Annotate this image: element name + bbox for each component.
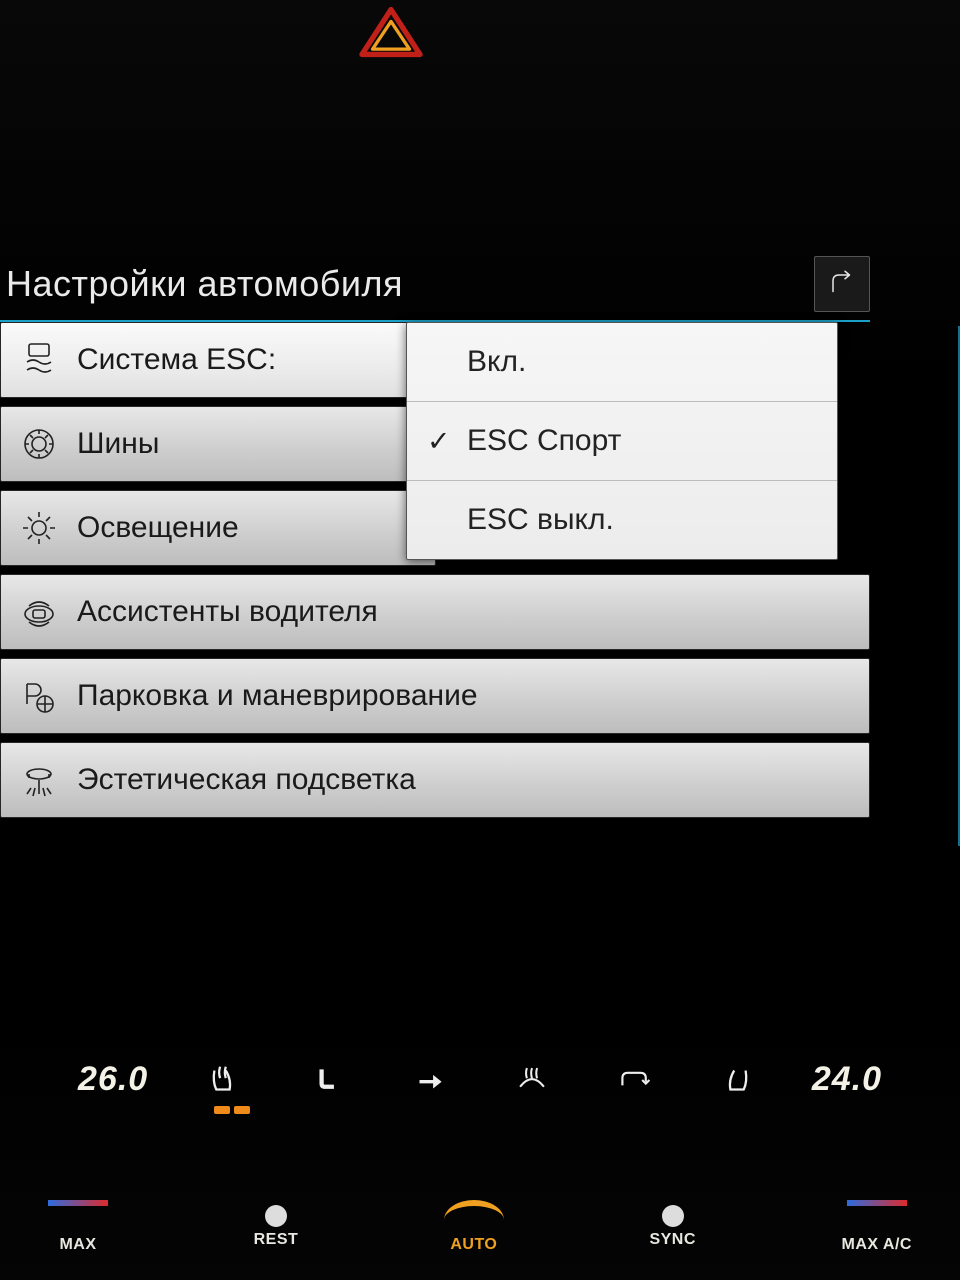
airflow-body-icon[interactable] bbox=[406, 1058, 450, 1102]
rest-button[interactable]: REST bbox=[254, 1205, 299, 1249]
menu-item-label: Ассистенты водителя bbox=[77, 595, 378, 629]
back-icon bbox=[827, 269, 857, 299]
airflow-defrost-icon[interactable] bbox=[510, 1058, 554, 1102]
settings-list: Система ESC: Шины Освещение Ассистенты в… bbox=[0, 322, 870, 818]
settings-panel: Настройки автомобиля Система ESC: Шины bbox=[0, 256, 870, 826]
esc-dropdown: Вкл. ✓ ESC Спорт ESC выкл. bbox=[406, 322, 838, 560]
menu-item-label: Система ESC: bbox=[77, 343, 276, 377]
check-icon: ✓ bbox=[427, 425, 450, 458]
menu-item-ambient[interactable]: Эстетическая подсветка bbox=[0, 742, 870, 818]
option-label: Вкл. bbox=[467, 345, 526, 379]
seat-heat-left-icon[interactable] bbox=[200, 1058, 244, 1102]
esc-option-on[interactable]: Вкл. bbox=[407, 323, 837, 402]
menu-item-lighting[interactable]: Освещение bbox=[0, 490, 436, 566]
max-defrost-button[interactable]: MAX bbox=[48, 1200, 108, 1254]
menu-item-tires[interactable]: Шины bbox=[0, 406, 436, 482]
sync-button[interactable]: SYNC bbox=[649, 1205, 695, 1249]
tire-icon bbox=[19, 424, 59, 464]
menu-item-parking[interactable]: Парковка и маневрирование bbox=[0, 658, 870, 734]
airflow-foot-icon[interactable] bbox=[303, 1058, 347, 1102]
max-ac-button[interactable]: MAX A/C bbox=[842, 1200, 912, 1254]
seat-heat-right-icon[interactable] bbox=[716, 1058, 760, 1102]
page-title: Настройки автомобиля bbox=[0, 263, 403, 305]
menu-item-label: Эстетическая подсветка bbox=[77, 763, 416, 797]
back-button[interactable] bbox=[814, 256, 870, 312]
esc-icon bbox=[19, 340, 59, 380]
recirculate-icon[interactable] bbox=[613, 1058, 657, 1102]
auto-button[interactable]: AUTO bbox=[444, 1200, 504, 1254]
menu-item-label: Парковка и маневрирование bbox=[77, 679, 478, 713]
option-label: ESC выкл. bbox=[467, 503, 614, 537]
seat-heat-level-left bbox=[214, 1106, 250, 1116]
climate-bar: 26.0 24.0 MAX REST AUTO bbox=[0, 1030, 960, 1280]
assist-icon bbox=[19, 592, 59, 632]
temp-right[interactable]: 24.0 bbox=[812, 1060, 882, 1099]
temp-left[interactable]: 26.0 bbox=[78, 1060, 148, 1099]
parking-icon bbox=[19, 676, 59, 716]
ambient-icon bbox=[19, 760, 59, 800]
esc-option-sport[interactable]: ✓ ESC Спорт bbox=[407, 402, 837, 481]
menu-item-esc[interactable]: Система ESC: bbox=[0, 322, 436, 398]
light-icon bbox=[19, 508, 59, 548]
menu-item-label: Освещение bbox=[77, 511, 239, 545]
hazard-warning-icon bbox=[358, 4, 424, 60]
esc-option-off[interactable]: ESC выкл. bbox=[407, 481, 837, 559]
option-label: ESC Спорт bbox=[467, 424, 621, 458]
menu-item-label: Шины bbox=[77, 427, 159, 461]
menu-item-driver-assist[interactable]: Ассистенты водителя bbox=[0, 574, 870, 650]
